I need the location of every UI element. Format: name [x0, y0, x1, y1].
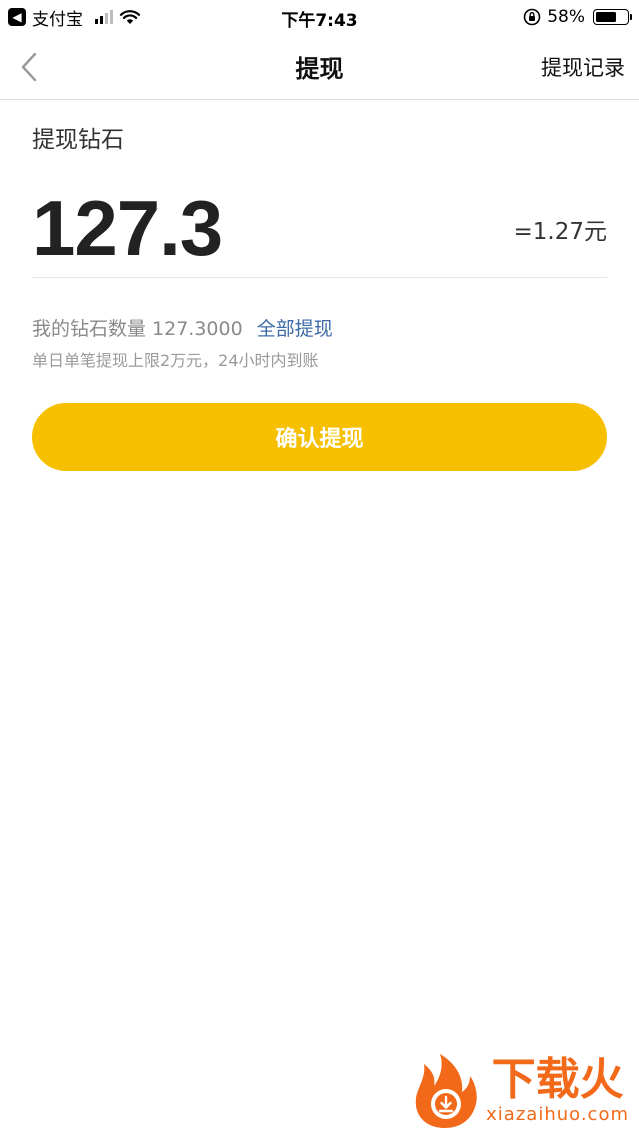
section-label: 提现钻石 [32, 127, 124, 153]
watermark-title: 下载火 [491, 1054, 624, 1106]
withdraw-history-link[interactable]: 提现记录 [541, 52, 625, 82]
rmb-equivalent: =1.27元 [513, 218, 607, 245]
diamond-balance: 我的钻石数量 127.3000 [32, 318, 243, 340]
withdraw-all-link[interactable]: 全部提现 [257, 314, 333, 341]
status-bar: ◀ 支付宝 下午7:43 58% [0, 0, 639, 34]
balance-line: 我的钻石数量 127.3000 全部提现 [32, 314, 333, 341]
navigation-bar: 提现 提现记录 [0, 34, 639, 100]
back-button[interactable] [14, 50, 44, 84]
limit-note: 单日单笔提现上限2万元，24小时内到账 [32, 351, 319, 370]
amount-input[interactable]: 127.3 [32, 183, 223, 274]
flame-logo-icon [415, 1054, 477, 1128]
page-title: 提现 [295, 55, 344, 83]
confirm-withdraw-button[interactable]: 确认提现 [32, 403, 607, 471]
battery-icon [593, 9, 632, 25]
watermark-url: xiazaihuo.com [486, 1103, 629, 1125]
amount-row[interactable]: 127.3 =1.27元 [32, 180, 607, 278]
watermark: 下载火 xiazaihuo.com [410, 1052, 629, 1130]
status-time: 下午7:43 [281, 11, 358, 31]
chevron-left-icon [21, 52, 37, 82]
watermark-text: 下载火 xiazaihuo.com [486, 1054, 629, 1125]
